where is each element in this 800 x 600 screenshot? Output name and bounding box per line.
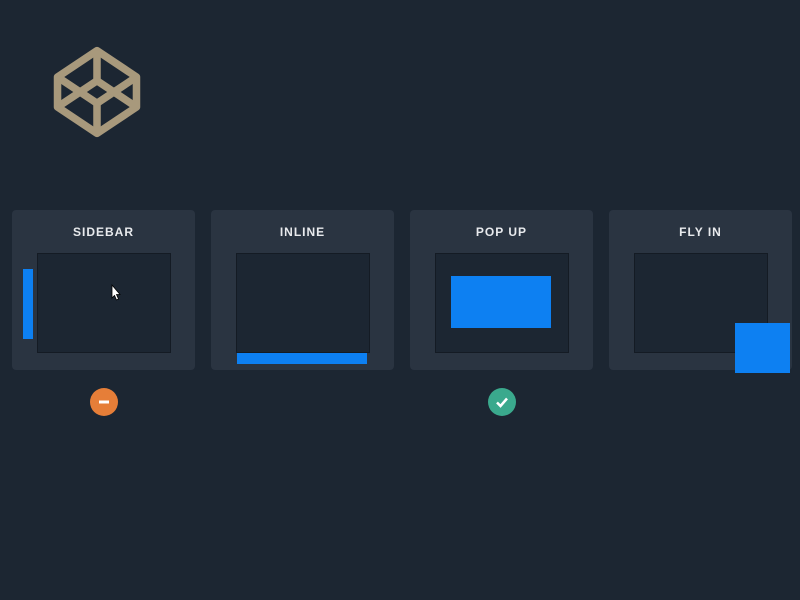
minus-icon — [97, 395, 111, 409]
card-row: SIDEBAR INLINE POP UP FLY IN — [12, 210, 792, 370]
card-title: SIDEBAR — [73, 225, 134, 239]
status-slot-inline — [211, 388, 394, 416]
status-slot-sidebar — [12, 388, 195, 416]
codepen-logo-icon — [50, 45, 144, 144]
card-popup[interactable]: POP UP — [410, 210, 593, 370]
card-inline[interactable]: INLINE — [211, 210, 394, 370]
preview-sidebar — [37, 253, 171, 353]
ok-badge[interactable] — [488, 388, 516, 416]
card-sidebar[interactable]: SIDEBAR — [12, 210, 195, 370]
inline-bar — [237, 353, 367, 364]
sidebar-strip — [23, 269, 33, 339]
preview-inline — [236, 253, 370, 353]
popup-box — [451, 276, 551, 328]
preview-popup — [435, 253, 569, 353]
status-row — [12, 388, 800, 416]
check-icon — [494, 394, 510, 410]
card-flyin[interactable]: FLY IN — [609, 210, 792, 370]
remove-badge[interactable] — [90, 388, 118, 416]
card-title: POP UP — [476, 225, 527, 239]
status-slot-flyin — [609, 388, 792, 416]
preview-flyin — [634, 253, 768, 353]
card-title: INLINE — [280, 225, 325, 239]
status-slot-popup — [410, 388, 593, 416]
flyin-box — [735, 323, 790, 373]
card-title: FLY IN — [679, 225, 722, 239]
